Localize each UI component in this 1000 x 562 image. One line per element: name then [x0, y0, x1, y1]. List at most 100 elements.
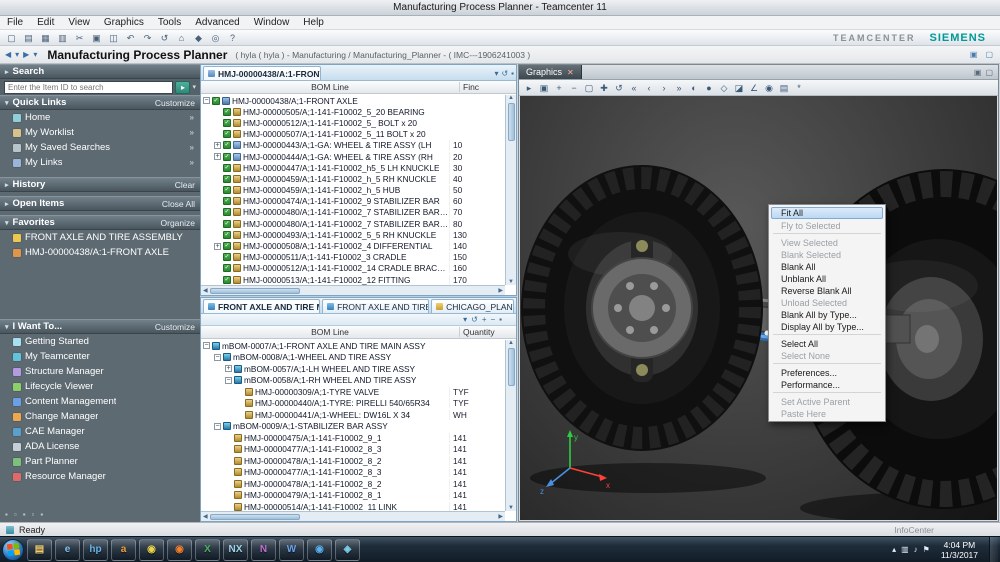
mbom-row[interactable]: + mBOM-0057/A;1-LH WHEEL AND TIRE ASSY: [201, 363, 505, 375]
mbom-row[interactable]: HMJ-00000477/A;1-141-F10002_8_3 141: [201, 467, 505, 479]
mbom-row[interactable]: HMJ-00000514/A;1-141-F10002_11 LINK 141: [201, 501, 505, 511]
layers-icon[interactable]: ▤: [777, 81, 791, 94]
checkbox-checked-icon[interactable]: ✓: [212, 97, 220, 105]
refresh-view-icon[interactable]: ↺: [471, 315, 478, 324]
internet-explorer-icon[interactable]: e: [55, 539, 80, 561]
redo-icon[interactable]: ↷: [140, 31, 155, 44]
search-icon[interactable]: ◎: [208, 31, 223, 44]
ebom-horizontal-scrollbar[interactable]: ◀ ▶: [201, 285, 505, 295]
back-caret-icon[interactable]: ▾: [15, 50, 19, 59]
network-icon[interactable]: ▥: [901, 545, 909, 554]
quick-link-item[interactable]: Home »: [0, 110, 200, 125]
next-frame-icon[interactable]: ›: [657, 81, 671, 94]
quick-link-item[interactable]: My Links »: [0, 155, 200, 170]
pin-view-icon[interactable]: ▪: [511, 69, 514, 78]
detach-view-icon[interactable]: ▣: [974, 68, 982, 77]
mbom-row[interactable]: HMJ-00000478/A;1-141-F10002_8_2 141: [201, 478, 505, 490]
mbom-row[interactable]: HMJ-00000441/A;1-WHEEL: DW16L X 34 WH: [201, 409, 505, 421]
history-clear-link[interactable]: Clear: [175, 180, 195, 190]
application-link-item[interactable]: Change Manager: [0, 409, 200, 424]
scroll-left-icon[interactable]: ◀: [203, 287, 208, 294]
scroll-down-icon[interactable]: ▼: [508, 279, 514, 285]
menu-item[interactable]: Window: [247, 16, 297, 30]
forward-caret-icon[interactable]: ▾: [33, 50, 37, 59]
scroll-left-icon[interactable]: ◀: [203, 513, 208, 520]
title-bar[interactable]: Manufacturing Process Planner - Teamcent…: [0, 0, 1000, 16]
3d-viewport[interactable]: y x z Fit All Fly to Selected: [520, 96, 997, 520]
menu-item[interactable]: Graphics: [97, 16, 151, 30]
view-menu-icon[interactable]: ▾: [463, 315, 467, 324]
context-menu-item[interactable]: View Selected: [771, 236, 883, 248]
undo-icon[interactable]: ↶: [123, 31, 138, 44]
word-icon[interactable]: W: [279, 539, 304, 561]
chevron-right-icon[interactable]: »: [190, 158, 194, 167]
view-menu-icon[interactable]: ▾: [494, 69, 498, 78]
mbom-horizontal-scrollbar[interactable]: ◀ ▶: [201, 511, 505, 521]
mbom-row[interactable]: HMJ-00000309/A;1-TYRE VALVE TYF: [201, 386, 505, 398]
mbom-row[interactable]: HMJ-00000440/A;1-TYRE: PIRELLI 540/65R34…: [201, 398, 505, 410]
ebom-row[interactable]: ✓ HMJ-00000507/A;1-141-F10002_5_11 BOLT …: [201, 129, 505, 140]
checkbox-checked-icon[interactable]: ✓: [223, 220, 231, 228]
measure-icon[interactable]: ∠: [747, 81, 761, 94]
scroll-up-icon[interactable]: ▲: [508, 340, 514, 346]
checkbox-checked-icon[interactable]: ✓: [223, 264, 231, 272]
open-perspective-icon[interactable]: ▣: [968, 50, 980, 59]
ebom-row[interactable]: ✓ HMJ-00000480/A;1-141-F10002_7 STABILIZ…: [201, 207, 505, 218]
mbom-row[interactable]: HMJ-00000478/A;1-141-F10002_8_2 141: [201, 455, 505, 467]
layout-icon[interactable]: ▪: [23, 510, 26, 519]
taskbar-clock[interactable]: 4:04 PM 11/3/2017: [935, 540, 984, 560]
context-menu-item[interactable]: Unblank All: [771, 272, 883, 284]
quick-links-customize-link[interactable]: Customize: [155, 98, 195, 108]
context-menu-item[interactable]: [773, 392, 881, 393]
ebom-row[interactable]: + ✓ HMJ-00000508/A;1-141-F10002_4 DIFFER…: [201, 240, 505, 251]
scroll-right-icon[interactable]: ▶: [498, 287, 503, 294]
fit-icon[interactable]: ▢: [582, 81, 596, 94]
application-link-item[interactable]: CAE Manager: [0, 424, 200, 439]
back-icon[interactable]: ◀: [5, 50, 11, 59]
tree-expander-icon[interactable]: −: [214, 354, 221, 361]
context-menu-item[interactable]: Preferences...: [771, 366, 883, 378]
ebom-row[interactable]: ✓ HMJ-00000447/A;1-141-F10002_h5_5 LH KN…: [201, 162, 505, 173]
search-options-caret-icon[interactable]: ▾: [192, 83, 196, 91]
teamcenter-icon[interactable]: ◈: [335, 539, 360, 561]
prev-frame-icon[interactable]: ‹: [642, 81, 656, 94]
maximize-view-icon[interactable]: ▢: [985, 68, 993, 77]
menu-item[interactable]: Advanced: [188, 16, 246, 30]
application-link-item[interactable]: Structure Manager: [0, 364, 200, 379]
zoom-out-icon[interactable]: −: [567, 81, 581, 94]
i-want-to-customize-link[interactable]: Customize: [155, 322, 195, 332]
application-link-item[interactable]: Resource Manager: [0, 469, 200, 484]
close-graphics-icon[interactable]: ✕: [567, 68, 574, 77]
chevron-right-icon[interactable]: »: [190, 143, 194, 152]
scrollbar-thumb[interactable]: [508, 103, 515, 141]
checkbox-checked-icon[interactable]: ✓: [223, 130, 231, 138]
mbom-row[interactable]: − mBOM-0009/A;1-STABILIZER BAR ASSY: [201, 421, 505, 433]
history-section-header[interactable]: ▸ History Clear: [0, 177, 200, 192]
scrollbar-thumb[interactable]: [508, 348, 515, 386]
tree-expander-icon[interactable]: +: [225, 365, 232, 372]
search-section-header[interactable]: ▸ Search: [0, 64, 200, 79]
snapshot-icon[interactable]: ◉: [762, 81, 776, 94]
checkbox-checked-icon[interactable]: ✓: [223, 175, 231, 183]
show-desktop-button[interactable]: [989, 537, 998, 562]
checkbox-checked-icon[interactable]: ✓: [223, 108, 231, 116]
amazon-icon[interactable]: a: [111, 539, 136, 561]
checkbox-checked-icon[interactable]: ✓: [223, 141, 231, 149]
quick-link-item[interactable]: My Worklist »: [0, 125, 200, 140]
context-menu-item[interactable]: Select All: [771, 337, 883, 349]
i-want-to-section-header[interactable]: ▾ I Want To... Customize: [0, 319, 200, 334]
view-orientation-icon[interactable]: ◐: [687, 81, 701, 94]
collapse-all-icon[interactable]: −: [490, 315, 495, 324]
split-panel-icon[interactable]: ▫: [14, 510, 17, 519]
ebom-row[interactable]: − ✓ HMJ-00000438/A;1-FRONT AXLE: [201, 95, 505, 106]
forward-icon[interactable]: ▶: [23, 50, 29, 59]
favorite-item[interactable]: HMJ-00000438/A:1-FRONT AXLE: [0, 245, 200, 260]
cut-icon[interactable]: ✂: [72, 31, 87, 44]
pin-panel-icon[interactable]: ▪: [5, 510, 8, 519]
checkbox-checked-icon[interactable]: ✓: [223, 231, 231, 239]
infocenter-label[interactable]: InfoCenter: [894, 525, 934, 535]
home-icon[interactable]: ⌂: [174, 31, 189, 44]
scroll-right-icon[interactable]: ▶: [498, 513, 503, 520]
mbom-row[interactable]: HMJ-00000477/A;1-141-F10002_8_3 141: [201, 444, 505, 456]
mbom-tab[interactable]: CHICAGO_PLANT: [431, 299, 514, 313]
